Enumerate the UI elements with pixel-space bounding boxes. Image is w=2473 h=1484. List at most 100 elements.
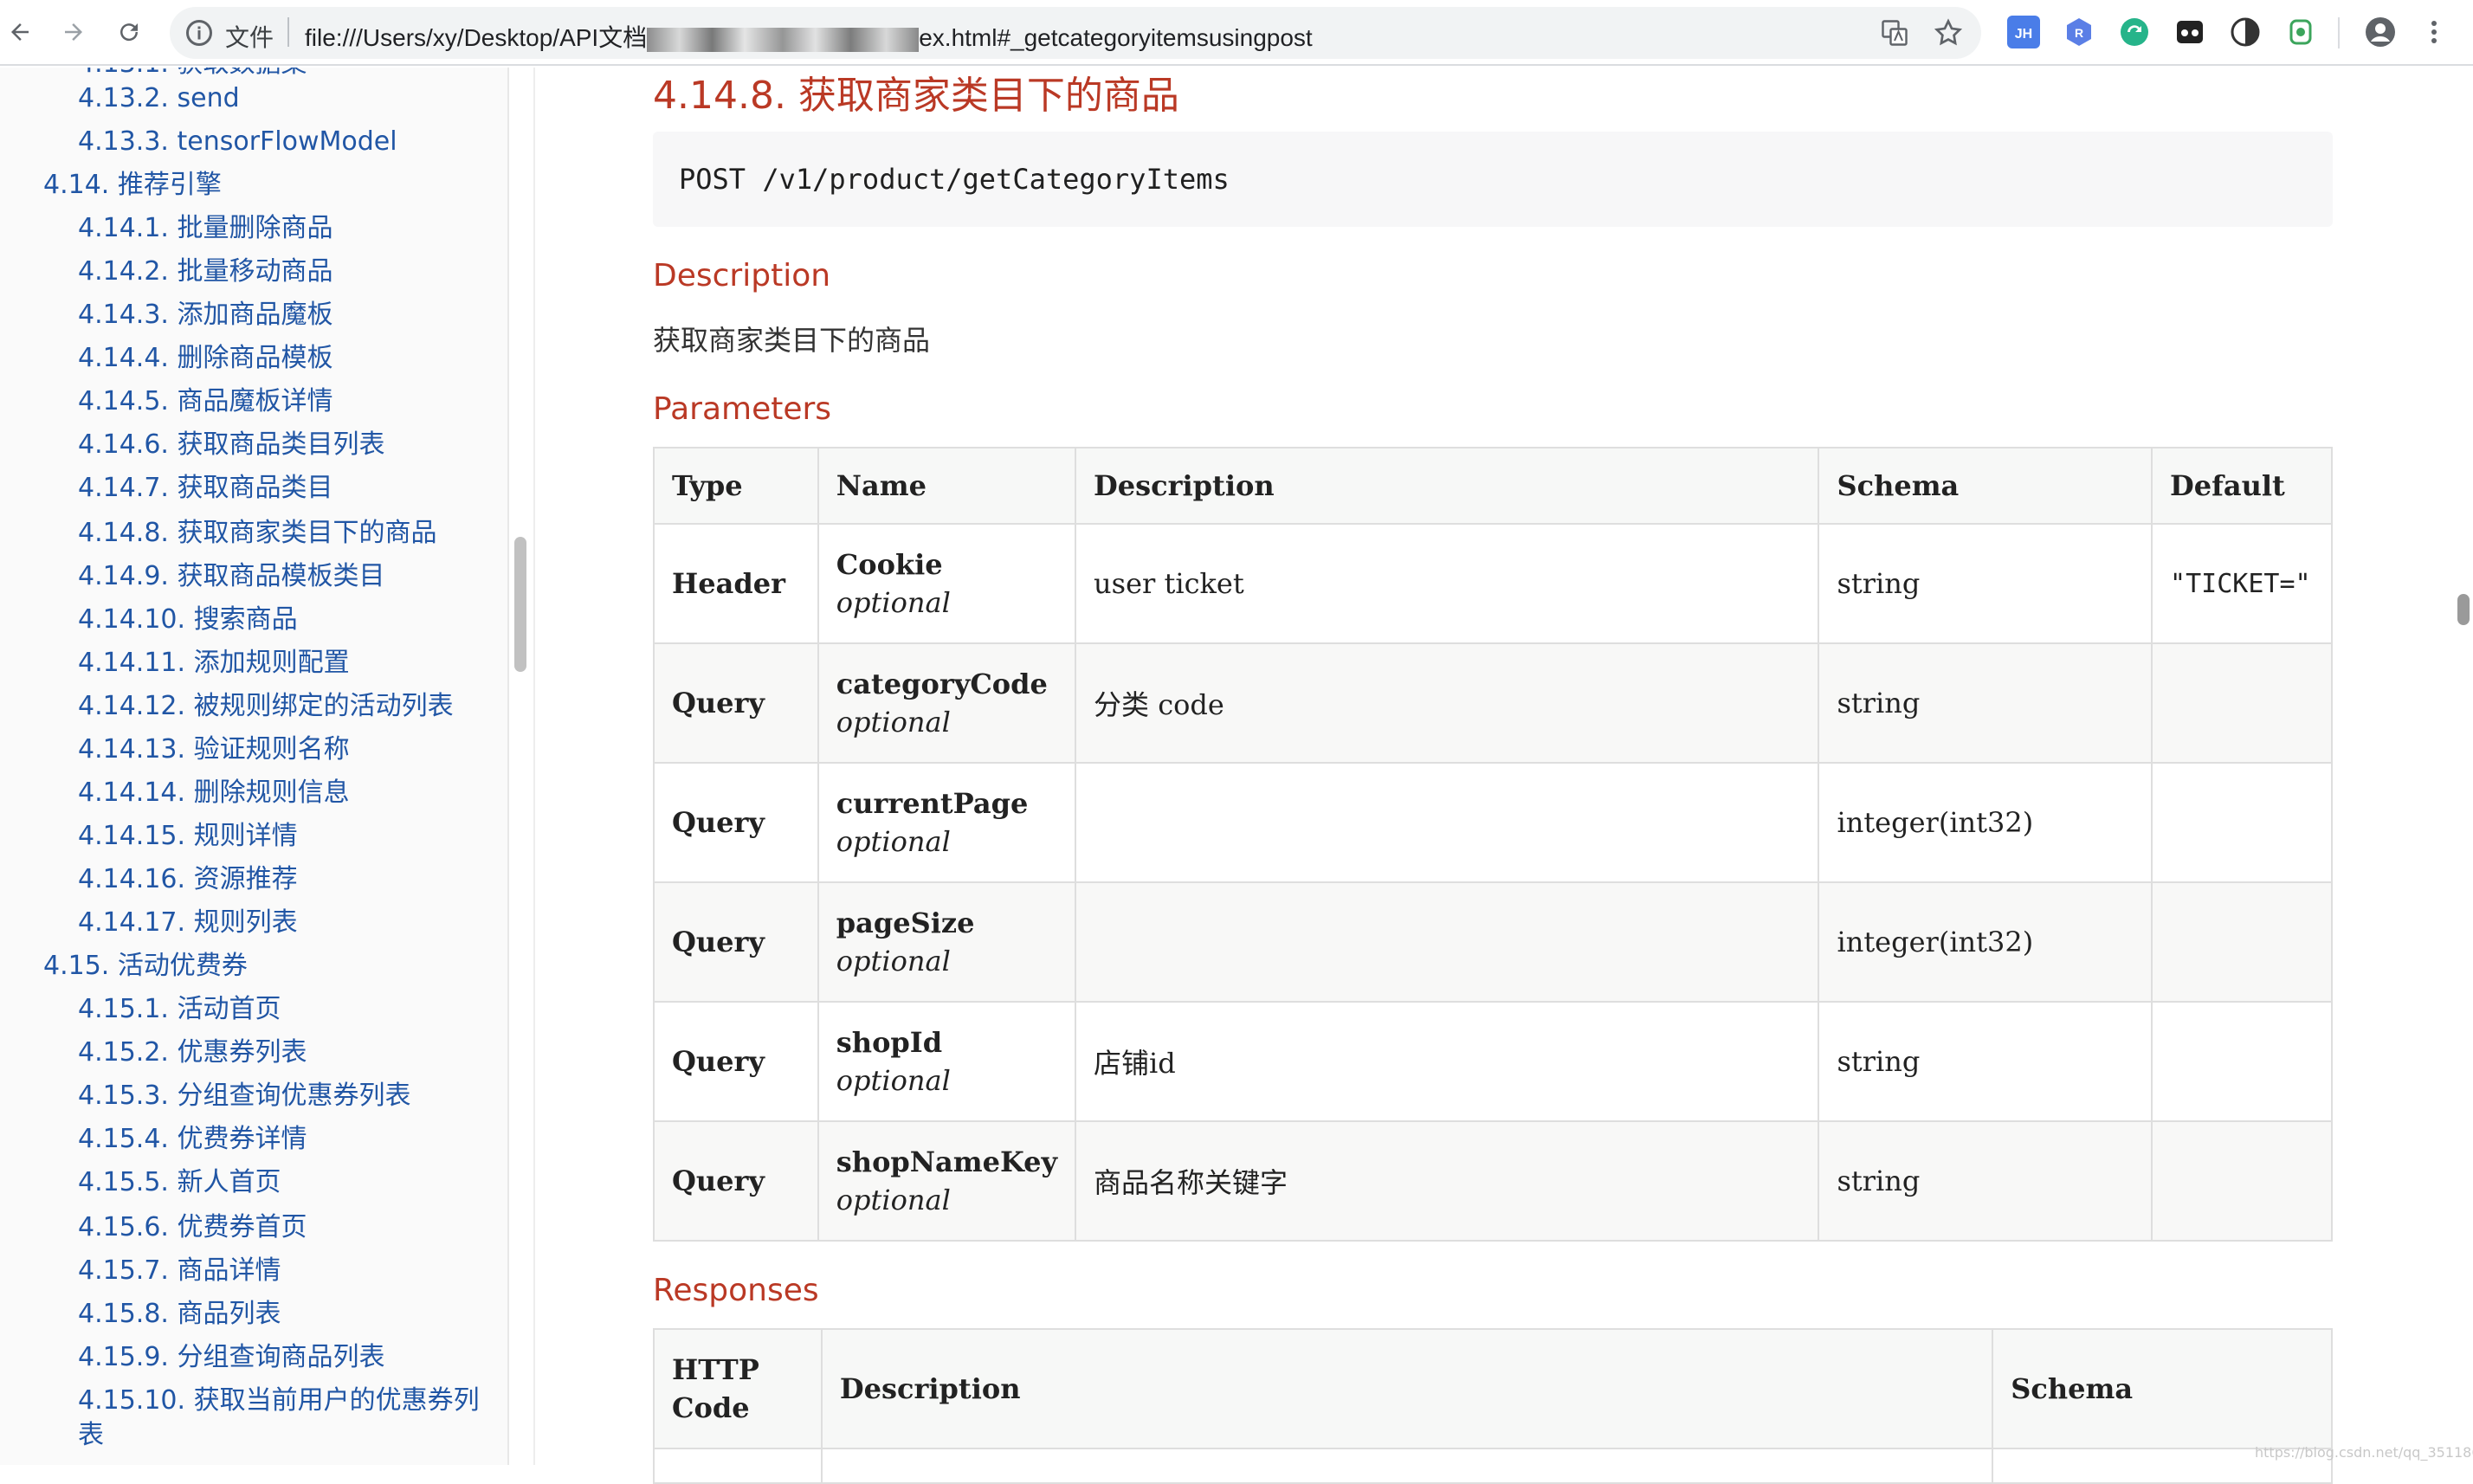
- toc-item[interactable]: 4.15.8. 商品列表: [78, 1297, 281, 1332]
- file-scheme-label: 文件: [225, 24, 274, 51]
- address-bar[interactable]: 文件 file:///Users/xy/Desktop/API文档 ex.html…: [170, 7, 1981, 59]
- param-schema: string: [1818, 1001, 2153, 1122]
- param-required: optional: [836, 1064, 951, 1097]
- param-required: optional: [836, 586, 951, 619]
- toc-item-wrap[interactable]: 表: [78, 1418, 104, 1453]
- param-default: [2151, 762, 2333, 883]
- column-header-line: Code: [672, 1391, 750, 1424]
- sync-extension-icon[interactable]: [2118, 16, 2151, 48]
- param-name-cell: shopId optional: [817, 1001, 1077, 1122]
- toc-item[interactable]: 4.14.10. 搜索商品: [78, 603, 298, 637]
- param-required: optional: [836, 1184, 951, 1216]
- url-text[interactable]: file:///Users/xy/Desktop/API文档 ex.html#_g…: [305, 19, 1313, 54]
- toc-item[interactable]: 4.15.9. 分组查询商品列表: [78, 1340, 385, 1375]
- sidebar-scrollbar-thumb[interactable]: [514, 537, 526, 672]
- parameters-heading: Parameters: [653, 391, 832, 427]
- forward-arrow-icon: [65, 23, 82, 41]
- toc-item[interactable]: 4.15.7. 商品详情: [78, 1254, 281, 1288]
- toc-item[interactable]: 4.15.4. 优费券详情: [78, 1122, 307, 1157]
- forward-button[interactable]: [54, 12, 94, 52]
- param-required: optional: [836, 706, 951, 739]
- toc-item[interactable]: 4.14.4. 删除商品模板: [78, 341, 333, 376]
- column-header: Default: [2151, 447, 2333, 525]
- table-row: Query shopId optional 店铺id string: [653, 1001, 2333, 1122]
- toc-item[interactable]: 4.15.10. 获取当前用户的优惠券列: [78, 1384, 480, 1418]
- mask-extension-icon[interactable]: [2173, 16, 2206, 48]
- param-type: Query: [653, 881, 819, 1003]
- translate-icon[interactable]: [1879, 17, 1910, 48]
- toc-item[interactable]: 4.14.15. 规则详情: [78, 819, 298, 854]
- page-scrollbar-thumb[interactable]: [2457, 594, 2470, 625]
- column-header-http-code: HTTP Code: [653, 1328, 823, 1449]
- toc-item[interactable]: 4.15.1. 活动首页: [78, 992, 281, 1027]
- hex-extension-icon[interactable]: R: [2063, 16, 2095, 48]
- param-default: [2151, 881, 2333, 1003]
- param-type: Header: [653, 523, 819, 644]
- param-description: user ticket: [1075, 523, 1820, 644]
- dark-reader-extension-icon[interactable]: [2229, 16, 2262, 48]
- reload-button[interactable]: [109, 12, 149, 52]
- section-title: 4.14.8. 获取商家类目下的商品: [653, 74, 1179, 118]
- toolbar-divider: [2338, 17, 2340, 48]
- toc-item[interactable]: 4.14.6. 获取商品类目列表: [78, 428, 385, 462]
- toc-sidebar: 4.13.1. 获取数据集 4.13.2. send 4.13.3. tenso…: [0, 68, 509, 1465]
- responses-heading: Responses: [653, 1273, 819, 1308]
- toc-item[interactable]: 4.14.5. 商品魔板详情: [78, 384, 333, 419]
- toc-item[interactable]: 4.14.14. 删除规则信息: [78, 776, 350, 810]
- param-type: Query: [653, 642, 819, 764]
- table-row: Header Cookie optional user ticket string…: [653, 523, 2333, 644]
- toc-item[interactable]: 4.14.17. 规则列表: [78, 906, 298, 940]
- param-name: Cookie: [836, 548, 943, 581]
- svg-text:JH: JH: [2015, 27, 2032, 42]
- toc-item[interactable]: 4.14.11. 添加规则配置: [78, 646, 350, 681]
- toc-item[interactable]: 4.14.2. 批量移动商品: [78, 255, 333, 289]
- param-name: shopNameKey: [836, 1145, 1058, 1178]
- param-default: [2151, 1001, 2333, 1122]
- toc-item[interactable]: 4.14.12. 被规则绑定的活动列表: [78, 689, 454, 724]
- param-schema: string: [1818, 523, 2153, 644]
- param-name-cell: Cookie optional: [817, 523, 1077, 644]
- toc-item[interactable]: 4.15.5. 新人首页: [78, 1165, 281, 1200]
- browser-toolbar: 文件 file:///Users/xy/Desktop/API文档 ex.html…: [0, 0, 2473, 66]
- toc-section[interactable]: 4.15. 活动优费券: [43, 949, 248, 984]
- jh-extension-icon[interactable]: JH: [2007, 16, 2040, 48]
- info-icon[interactable]: [184, 17, 215, 48]
- toc-item[interactable]: 4.14.3. 添加商品魔板: [78, 298, 333, 332]
- table-header-row: HTTP Code Description Schema: [653, 1328, 2333, 1449]
- toc-item[interactable]: 4.13.3. tensorFlowModel: [78, 125, 397, 159]
- toc-item-partial[interactable]: 4.13.1. 获取数据集: [78, 68, 307, 81]
- back-arrow-icon: [11, 23, 29, 41]
- omnibox-divider: [287, 17, 289, 47]
- param-name-cell: currentPage optional: [817, 762, 1077, 883]
- toc-item[interactable]: 4.15.3. 分组查询优惠券列表: [78, 1079, 411, 1113]
- param-name: pageSize: [836, 907, 975, 939]
- param-name: currentPage: [836, 787, 1029, 820]
- param-name-cell: categoryCode optional: [817, 642, 1077, 764]
- toc-item[interactable]: 4.15.2. 优惠券列表: [78, 1036, 307, 1070]
- toc-section[interactable]: 4.14. 推荐引擎: [43, 168, 222, 203]
- toc-item[interactable]: 4.14.16. 资源推荐: [78, 862, 298, 897]
- profile-avatar-icon[interactable]: [2364, 16, 2397, 48]
- table-row: Query currentPage optional integer(int32): [653, 762, 2333, 883]
- table-row: [653, 1448, 2333, 1484]
- url-suffix: ex.html#_getcategoryitemsusingpost: [919, 24, 1313, 51]
- toc-item[interactable]: 4.14.9. 获取商品模板类目: [78, 559, 385, 594]
- green-extension-icon[interactable]: [2284, 16, 2317, 48]
- toc-item[interactable]: 4.15.6. 优费券首页: [78, 1210, 307, 1245]
- toc-item[interactable]: 4.13.2. send: [78, 81, 240, 116]
- param-type: Query: [653, 762, 819, 883]
- parameters-table: Type Name Description Schema Default Hea…: [653, 447, 2333, 1242]
- toc-item[interactable]: 4.14.1. 批量删除商品: [78, 211, 333, 246]
- toc-item[interactable]: 4.14.7. 获取商品类目: [78, 471, 333, 506]
- table-row: Query pageSize optional integer(int32): [653, 881, 2333, 1003]
- back-button[interactable]: [0, 12, 40, 52]
- param-schema: string: [1818, 642, 2153, 764]
- bookmark-star-icon[interactable]: [1933, 17, 1964, 48]
- param-description: [1075, 881, 1820, 1003]
- url-prefix: file:///Users/xy/Desktop/API文档: [305, 24, 648, 51]
- toc-item[interactable]: 4.14.13. 验证规则名称: [78, 732, 350, 767]
- toc-item-current[interactable]: 4.14.8. 获取商家类目下的商品: [78, 516, 437, 551]
- table-header-row: Type Name Description Schema Default: [653, 447, 2333, 525]
- responses-table: HTTP Code Description Schema: [653, 1328, 2333, 1484]
- more-menu-icon[interactable]: [2418, 16, 2450, 48]
